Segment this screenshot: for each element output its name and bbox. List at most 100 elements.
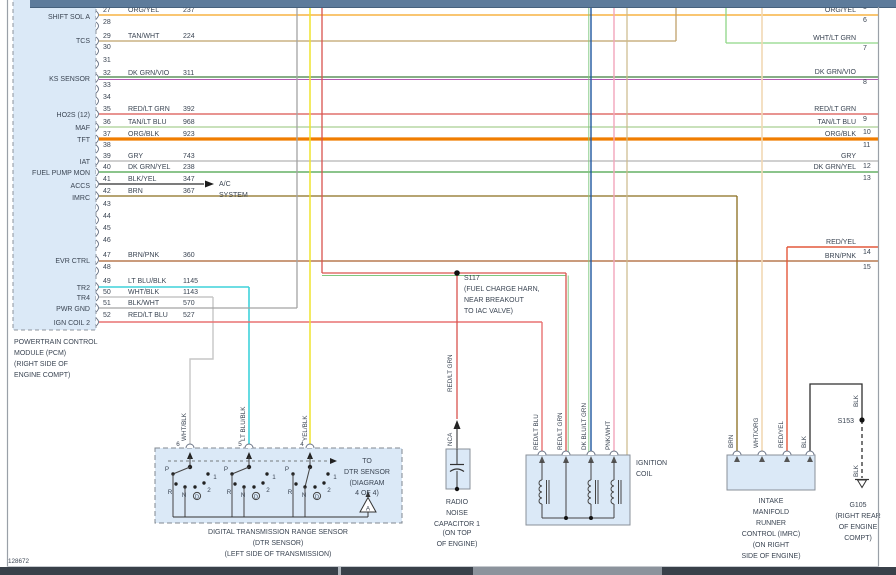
s117-label: TO IAC VALVE) bbox=[464, 308, 513, 315]
wire-name: LT BLU/BLK bbox=[128, 278, 167, 285]
coil-wire-label: PNK/WHT bbox=[605, 421, 612, 450]
dtr-note-line: 4 OF 4) bbox=[355, 490, 379, 497]
dtr-caption-line: DIGITAL TRANSMISSION RANGE SENSOR bbox=[208, 529, 348, 536]
circuit-number: 238 bbox=[183, 164, 195, 171]
dtr-caption-line: (DTR SENSOR) bbox=[253, 540, 304, 547]
g105-line: COMPT) bbox=[844, 535, 872, 542]
dtr-caption-line: (LEFT SIDE OF TRANSMISSION) bbox=[225, 551, 332, 558]
wire-name: GRY bbox=[128, 153, 143, 160]
circuit-number: 311 bbox=[183, 70, 194, 77]
g105-caption: G105 (RIGHT REAR OF ENGINE COMPT) bbox=[835, 502, 880, 542]
circuit-number: 570 bbox=[183, 300, 195, 307]
pin-number: 31 bbox=[103, 57, 111, 64]
imrc-wire-label: BLK bbox=[801, 435, 808, 448]
exit-label: RED/YEL bbox=[826, 239, 856, 246]
top-bar bbox=[30, 0, 896, 7]
wire-wht-blk-down bbox=[190, 297, 213, 448]
dtr-pin-number: 4 bbox=[300, 441, 304, 448]
coil-junction-dot bbox=[564, 516, 568, 520]
pos-d: D bbox=[254, 495, 258, 501]
pcm-pin-table: 27ORG/YEL237 28 29TAN/WHT224 30 31 32DK … bbox=[103, 7, 198, 319]
imrc-wire-label: RED/YEL bbox=[778, 421, 785, 448]
pin-number: 42 bbox=[103, 188, 111, 195]
wire-name: DK GRN/YEL bbox=[128, 164, 171, 171]
wire-name: BRN bbox=[128, 188, 143, 195]
circuit-number: 1145 bbox=[183, 278, 198, 285]
signal-label: TR2 bbox=[77, 285, 90, 292]
exit-num: 6 bbox=[863, 17, 867, 24]
dtr-sensor: 6 5 4 WHT/BLK LT BLU/BLK YEL/BLK bbox=[155, 406, 402, 558]
exit-num: 9 bbox=[863, 116, 867, 123]
wire-name: BLK/YEL bbox=[128, 176, 157, 183]
pcm-caption-line: (RIGHT SIDE OF bbox=[14, 361, 68, 368]
imrc-wire-label: WHT/ORG bbox=[753, 417, 760, 448]
exit-label: WHT/LT GRN bbox=[813, 35, 856, 42]
coil-pin-arcs bbox=[538, 451, 618, 455]
dtr-wire-label: WHT/BLK bbox=[181, 412, 188, 441]
pin-number: 32 bbox=[103, 70, 111, 77]
blk-label: BLK bbox=[853, 394, 860, 407]
wire-name: RED/LT GRN bbox=[128, 106, 170, 113]
signal-label: PWR GND bbox=[56, 306, 90, 313]
exit-label: BRN/PNK bbox=[825, 253, 856, 260]
pin-number: 48 bbox=[103, 264, 111, 271]
pin-number: 34 bbox=[103, 94, 111, 101]
exit-label: DK GRN/VIO bbox=[815, 69, 857, 76]
dtr-pin-number: 6 bbox=[176, 441, 180, 448]
exit-num: 13 bbox=[863, 175, 871, 182]
coil-wire-label: RED/LT BLU bbox=[533, 414, 540, 450]
signal-label: IGN COIL 2 bbox=[54, 320, 90, 327]
g105-line: (RIGHT REAR bbox=[835, 513, 880, 520]
ground-path: S153 BLK BLK G105 (RIGHT REAR OF ENGINE … bbox=[835, 394, 880, 542]
exit-label: GRY bbox=[841, 153, 856, 160]
pin-number: 51 bbox=[103, 300, 111, 307]
pos-n: N bbox=[182, 492, 187, 499]
cap-caption: NOISE bbox=[446, 510, 468, 517]
signal-label: MAF bbox=[75, 125, 90, 132]
pos-r: R bbox=[288, 489, 293, 496]
wire-name: BLK/WHT bbox=[128, 300, 160, 307]
pos-d: D bbox=[315, 495, 319, 501]
wire-name: ORG/YEL bbox=[128, 7, 159, 14]
pcm-caption: POWERTRAIN CONTROL MODULE (PCM) (RIGHT S… bbox=[14, 339, 98, 379]
exit-num: 8 bbox=[863, 79, 867, 86]
pin-number: 27 bbox=[103, 7, 111, 14]
pin-number: 44 bbox=[103, 213, 111, 220]
wiring-diagram-canvas: 27ORG/YEL237 28 29TAN/WHT224 30 31 32DK … bbox=[0, 0, 896, 575]
pos-p: P bbox=[285, 466, 289, 473]
bottom-bar-divider bbox=[338, 567, 341, 575]
signal-label: TR4 bbox=[77, 295, 90, 302]
scrollbar-thumb[interactable] bbox=[473, 567, 662, 575]
circuit-number: 527 bbox=[183, 312, 195, 319]
pin-number: 47 bbox=[103, 252, 111, 259]
s153-splice-dot bbox=[859, 417, 864, 422]
pin-number: 46 bbox=[103, 237, 111, 244]
exit-num: 12 bbox=[863, 163, 871, 170]
cap-caption: (ON TOP bbox=[443, 530, 472, 537]
circuit-number: 347 bbox=[183, 176, 195, 183]
imrc: BRN WHT/ORG RED/YEL BLK INTAKE MANIFOLD … bbox=[727, 417, 815, 560]
ground-triangle-icon bbox=[858, 480, 867, 488]
imrc-caption-line: SIDE OF ENGINE) bbox=[741, 553, 800, 560]
circuit-number: 360 bbox=[183, 252, 195, 259]
exit-label: ORG/YEL bbox=[825, 7, 856, 14]
exit-num: 11 bbox=[863, 142, 870, 149]
g105-line: OF ENGINE bbox=[839, 524, 878, 531]
circuit-number: 743 bbox=[183, 153, 195, 160]
ac-line2: SYSTEM bbox=[219, 192, 248, 199]
wire-name: ORG/BLK bbox=[128, 131, 159, 138]
wire-name: TAN/WHT bbox=[128, 33, 160, 40]
pos-n: N bbox=[241, 492, 246, 499]
pos-n: N bbox=[302, 492, 307, 499]
dtr-note-line: (DIAGRAM bbox=[350, 480, 385, 487]
signal-label: TFT bbox=[77, 137, 91, 144]
pos-2: 2 bbox=[207, 487, 211, 494]
dtr-note-line: DTR SENSOR bbox=[344, 469, 390, 476]
bottom-bar bbox=[0, 567, 896, 575]
cap-wire-label: RED/LT GRN bbox=[447, 354, 454, 392]
s117-label: (FUEL CHARGE HARN, bbox=[464, 286, 540, 293]
pos-p: P bbox=[224, 466, 228, 473]
signal-label: EVR CTRL bbox=[55, 258, 90, 265]
g105-line: G105 bbox=[849, 502, 866, 509]
pin-number: 43 bbox=[103, 201, 111, 208]
